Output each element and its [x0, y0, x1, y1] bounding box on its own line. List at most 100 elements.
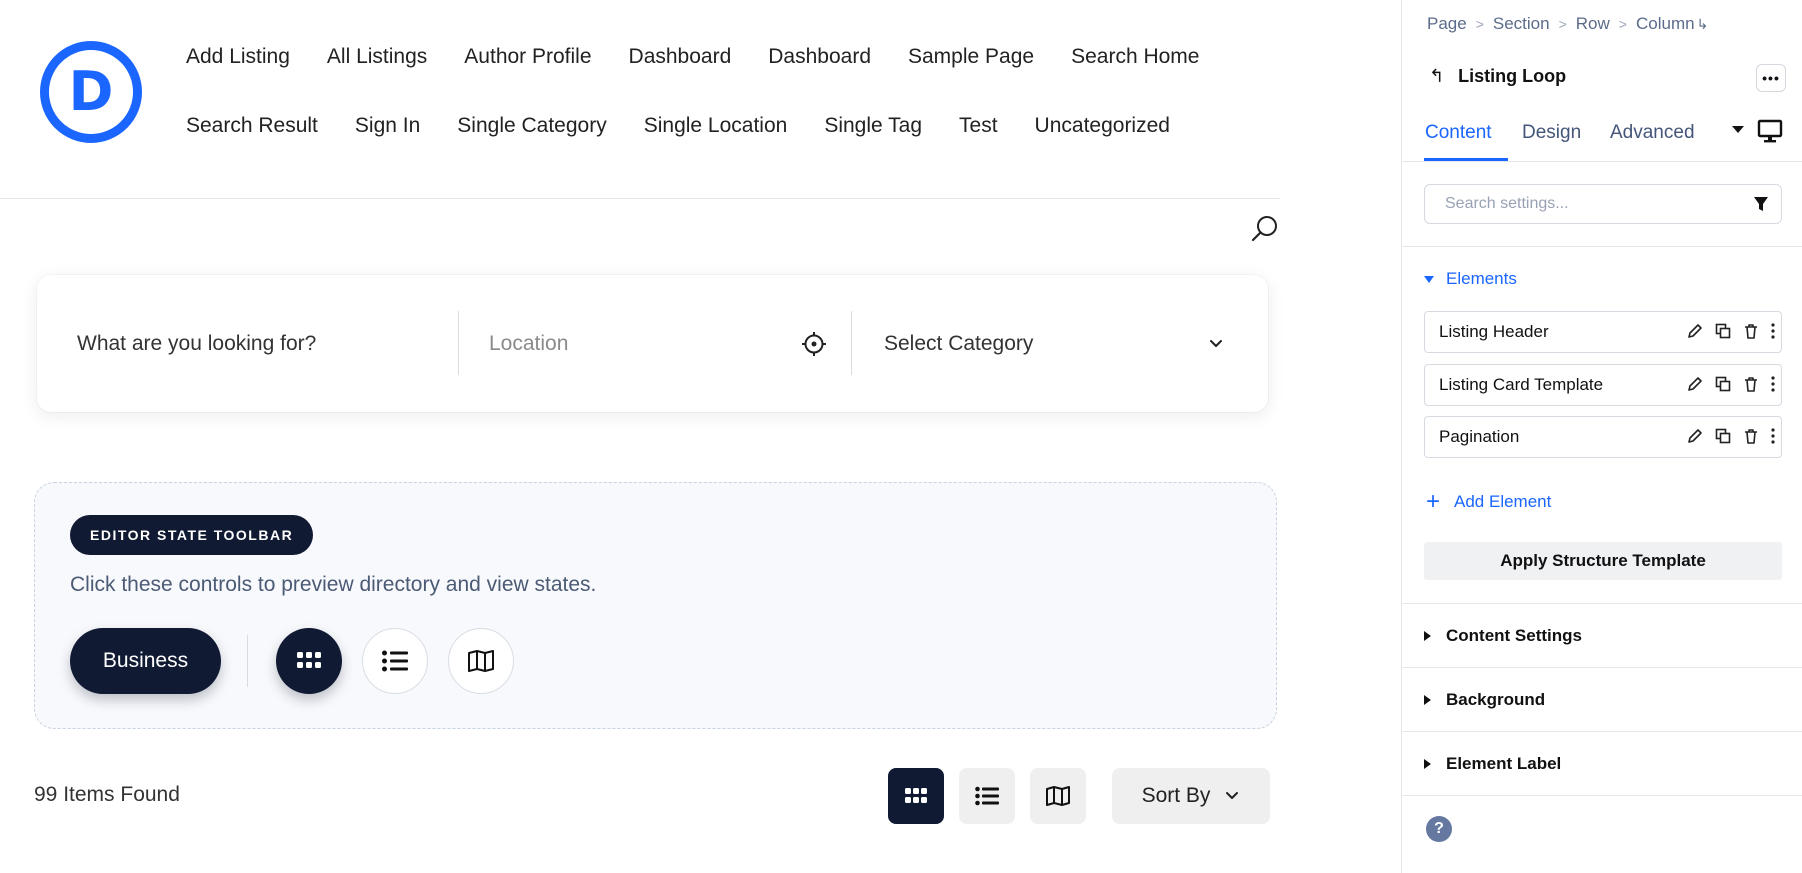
grid-view-state-button[interactable]: [276, 628, 342, 694]
listing-search-form: What are you looking for? Location Selec…: [37, 275, 1268, 412]
nav-link-single-location[interactable]: Single Location: [644, 113, 788, 139]
breadcrumb-section[interactable]: Section: [1493, 14, 1550, 34]
more-icon[interactable]: •••: [1756, 64, 1786, 92]
sort-by-dropdown[interactable]: Sort By: [1112, 768, 1270, 824]
nav-link-author-profile[interactable]: Author Profile: [464, 44, 591, 70]
logo-letter: D: [68, 60, 114, 123]
element-item[interactable]: Pagination: [1424, 416, 1782, 458]
breadcrumb-row[interactable]: Row: [1576, 14, 1610, 34]
map-view-button[interactable]: [1030, 768, 1086, 824]
nav-link-test[interactable]: Test: [959, 113, 998, 139]
caret-right-icon: [1424, 695, 1431, 705]
active-tab-indicator: [1424, 158, 1508, 161]
edit-icon[interactable]: [1687, 323, 1703, 339]
elements-label: Elements: [1446, 269, 1517, 288]
grid-icon: [297, 652, 321, 668]
breadcrumb-page[interactable]: Page: [1427, 14, 1467, 34]
plus-icon: +: [1426, 488, 1441, 515]
nav-link-search-home[interactable]: Search Home: [1071, 44, 1199, 70]
background-toggle[interactable]: Background: [1424, 690, 1545, 710]
duplicate-icon[interactable]: [1715, 323, 1731, 339]
filter-icon[interactable]: [1753, 196, 1769, 212]
nav-link-search-result[interactable]: Search Result: [186, 113, 318, 139]
header-divider: [0, 198, 1280, 199]
trash-icon[interactable]: [1743, 428, 1759, 444]
trash-icon[interactable]: [1743, 376, 1759, 392]
kebab-icon[interactable]: [1771, 428, 1775, 444]
element-item[interactable]: Listing Header: [1424, 311, 1782, 353]
primary-nav-row-2: Search Result Sign In Single Category Si…: [186, 113, 1266, 139]
settings-search-input[interactable]: [1445, 195, 1745, 213]
element-actions: [1675, 323, 1775, 339]
duplicate-icon[interactable]: [1715, 376, 1731, 392]
module-title: Listing Loop: [1458, 66, 1567, 86]
list-view-state-button[interactable]: [362, 628, 428, 694]
help-icon[interactable]: ?: [1426, 816, 1452, 842]
grid-view-button[interactable]: [888, 768, 944, 824]
kebab-icon[interactable]: [1771, 323, 1775, 339]
kebab-icon[interactable]: [1771, 376, 1775, 392]
nav-link-single-category[interactable]: Single Category: [457, 113, 606, 139]
element-item[interactable]: Listing Card Template: [1424, 364, 1782, 406]
caret-right-icon: [1424, 631, 1431, 641]
add-element-button[interactable]: + Add Element: [1426, 490, 1551, 514]
editor-state-toolbar: EDITOR STATE TOOLBAR Click these control…: [34, 482, 1277, 729]
nav-link-uncategorized[interactable]: Uncategorized: [1035, 113, 1170, 139]
business-state-button[interactable]: Business: [70, 628, 221, 694]
chevron-down-icon: [1226, 792, 1239, 799]
primary-nav-row-1: Add Listing All Listings Author Profile …: [186, 44, 1266, 70]
trash-icon[interactable]: [1743, 323, 1759, 339]
map-icon: [1046, 786, 1070, 806]
breadcrumb-column[interactable]: Column: [1636, 14, 1695, 34]
content-settings-toggle[interactable]: Content Settings: [1424, 626, 1582, 646]
tab-advanced[interactable]: Advanced: [1610, 122, 1695, 144]
edit-icon[interactable]: [1687, 428, 1703, 444]
element-label-toggle[interactable]: Element Label: [1424, 754, 1561, 774]
category-select[interactable]: Select Category: [884, 275, 1254, 412]
location-placeholder: Location: [489, 331, 569, 355]
caret-right-icon: [1424, 759, 1431, 769]
category-value: Select Category: [884, 331, 1034, 355]
nav-link-dashboard[interactable]: Dashboard: [629, 44, 732, 70]
nav-link-dashboard-2[interactable]: Dashboard: [768, 44, 871, 70]
breadcrumb: Page > Section > Row > Column ↳: [1427, 14, 1708, 34]
crosshair-icon[interactable]: [801, 331, 827, 357]
search-icon[interactable]: [1250, 214, 1280, 244]
nav-link-add-listing[interactable]: Add Listing: [186, 44, 290, 70]
module-header: ↰ Listing Loop: [1429, 66, 1566, 87]
panel-divider: [1402, 731, 1802, 732]
field-divider: [458, 311, 459, 375]
section-label: Content Settings: [1446, 626, 1582, 645]
list-icon: [382, 650, 408, 672]
settings-tabs: Content Design Advanced: [1402, 118, 1802, 162]
nav-link-sign-in[interactable]: Sign In: [355, 113, 420, 139]
duplicate-icon[interactable]: [1715, 428, 1731, 444]
back-arrow-icon[interactable]: ↰: [1429, 66, 1444, 87]
element-item-label: Listing Header: [1439, 322, 1549, 341]
nav-link-sample-page[interactable]: Sample Page: [908, 44, 1034, 70]
add-element-label: Add Element: [1454, 492, 1552, 511]
breadcrumb-separator: >: [1558, 16, 1567, 32]
elements-section-toggle[interactable]: Elements: [1424, 269, 1517, 289]
panel-divider: [1402, 795, 1802, 796]
desktop-icon[interactable]: [1757, 118, 1783, 144]
site-logo[interactable]: D: [40, 41, 142, 143]
location-input[interactable]: Location: [489, 275, 809, 412]
settings-search: [1424, 184, 1782, 224]
edit-icon[interactable]: [1687, 376, 1703, 392]
breadcrumb-separator: >: [1618, 16, 1627, 32]
builder-canvas: D Add Listing All Listings Author Profil…: [0, 0, 1400, 873]
tab-design[interactable]: Design: [1522, 122, 1581, 144]
list-view-button[interactable]: [959, 768, 1015, 824]
field-divider: [851, 311, 852, 375]
nav-link-all-listings[interactable]: All Listings: [327, 44, 427, 70]
element-actions: [1675, 376, 1775, 392]
toolbar-badge: EDITOR STATE TOOLBAR: [70, 515, 314, 555]
caret-down-icon[interactable]: [1732, 126, 1744, 133]
keyword-input[interactable]: What are you looking for?: [77, 275, 457, 412]
apply-structure-template-button[interactable]: Apply Structure Template: [1424, 542, 1782, 580]
nav-link-single-tag[interactable]: Single Tag: [824, 113, 922, 139]
map-view-state-button[interactable]: [448, 628, 514, 694]
tab-content[interactable]: Content: [1425, 122, 1492, 144]
caret-down-icon: [1424, 275, 1434, 283]
